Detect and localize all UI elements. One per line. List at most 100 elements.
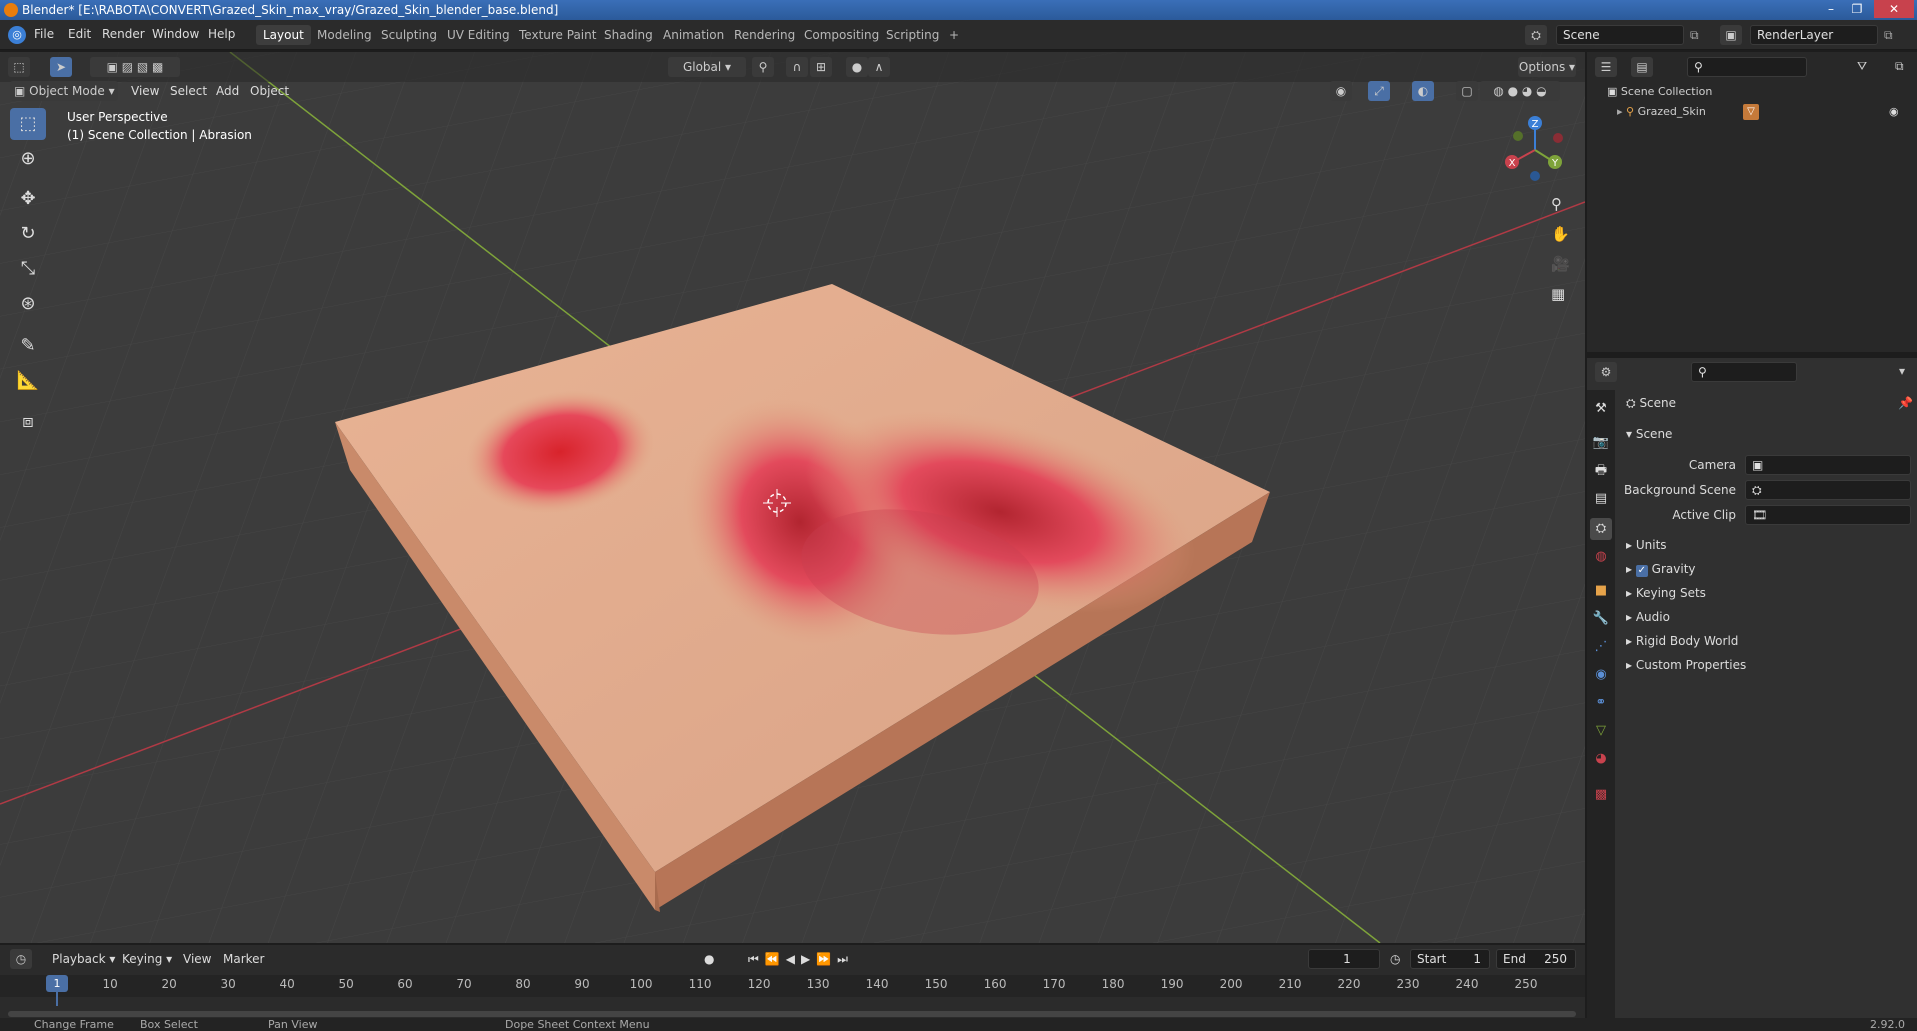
perspective-toggle-icon[interactable]: ▦ (1551, 285, 1565, 303)
transform-tool-icon[interactable]: ⊛ (10, 288, 46, 320)
zoom-icon[interactable]: ⚲ (1551, 195, 1562, 213)
measure-tool-icon[interactable]: 📐 (10, 365, 46, 397)
camera-view-icon[interactable]: 🎥 (1551, 255, 1570, 273)
filter-icon[interactable]: ⛛ (1857, 59, 1867, 74)
navigation-gizmo[interactable]: Z X Y (1490, 110, 1580, 190)
view-layer-tab-icon[interactable]: ▤ (1590, 488, 1612, 510)
display-mode-icon[interactable]: ▤ (1631, 57, 1653, 77)
menu-file[interactable]: File (34, 27, 54, 41)
visibility-icon[interactable]: ◉ (1330, 81, 1352, 101)
output-tab-icon[interactable]: 🖶 (1590, 460, 1612, 482)
units-section[interactable]: ▸ Units (1626, 538, 1667, 552)
editor-type-icon[interactable]: ⬚ (8, 57, 30, 77)
object-mode-dropdown[interactable]: ▣ Object Mode ▾ (10, 81, 118, 101)
snap-icon[interactable]: ∩ (786, 57, 808, 77)
menu-help[interactable]: Help (208, 27, 235, 41)
proportional-edit-icon[interactable]: ● (846, 57, 868, 77)
renderlayer-field[interactable]: RenderLayer (1750, 25, 1878, 45)
viewport-menu-add[interactable]: Add (216, 81, 239, 101)
overlay-toggle-icon[interactable]: ◐ (1412, 81, 1434, 101)
tab-sculpting[interactable]: Sculpting (374, 25, 444, 45)
properties-editor-icon[interactable]: ⚙ (1595, 362, 1617, 382)
scene-panel-header[interactable]: ▾ Scene (1626, 427, 1672, 441)
background-scene-field[interactable]: ⛭ (1745, 480, 1911, 500)
new-scene-icon[interactable]: ⧉ (1690, 28, 1699, 43)
object-tab-icon[interactable]: ■ (1590, 580, 1612, 602)
timeline-menu-keying[interactable]: Keying ▾ (122, 949, 172, 969)
cursor-tool-icon[interactable]: ⊕ (10, 143, 46, 175)
move-tool-icon[interactable]: ✥ (10, 183, 46, 215)
tab-scripting[interactable]: Scripting (879, 25, 946, 45)
outliner-editor-icon[interactable]: ☰ (1595, 57, 1617, 77)
tool-tab-icon[interactable]: ⚒ (1590, 398, 1612, 420)
select-box-tool-icon[interactable]: ⬚ (10, 108, 46, 140)
tab-rendering[interactable]: Rendering (727, 25, 802, 45)
material-tab-icon[interactable]: ◕ (1590, 748, 1612, 770)
end-frame-field[interactable]: End 250 (1496, 949, 1576, 969)
menu-window[interactable]: Window (152, 27, 199, 41)
timeline-menu-playback[interactable]: Playback ▾ (52, 949, 115, 969)
constraints-tab-icon[interactable]: ⚭ (1590, 692, 1612, 714)
timeline-menu-marker[interactable]: Marker (223, 949, 264, 969)
tab-compositing[interactable]: Compositing (797, 25, 886, 45)
options-dropdown[interactable]: Options ▾ (1518, 57, 1576, 77)
data-tab-icon[interactable]: ▽ (1590, 720, 1612, 742)
outliner-search-input[interactable]: ⚲ (1687, 57, 1807, 77)
render-tab-icon[interactable]: 📷 (1590, 432, 1612, 454)
tab-modeling[interactable]: Modeling (310, 25, 379, 45)
record-icon[interactable]: ● (704, 949, 714, 969)
modifier-tab-icon[interactable]: 🔧 (1590, 608, 1612, 630)
world-tab-icon[interactable]: ◍ (1590, 546, 1612, 568)
eye-icon[interactable]: ◉ (1889, 102, 1899, 122)
outliner-row[interactable]: ▸ ⚲ Grazed_Skin ▽ ◉ (1617, 102, 1913, 122)
current-frame-field[interactable]: 1 (1308, 949, 1380, 969)
tab-animation[interactable]: Animation (656, 25, 731, 45)
annotate-tool-icon[interactable]: ✎ (10, 330, 46, 362)
rigid-body-world-section[interactable]: ▸ Rigid Body World (1626, 634, 1738, 648)
camera-field[interactable]: ▣ (1745, 455, 1911, 475)
scene-tab-icon[interactable]: ⛭ (1590, 518, 1612, 540)
viewport-menu-view[interactable]: View (131, 81, 159, 101)
viewport-menu-object[interactable]: Object (250, 81, 289, 101)
menu-render[interactable]: Render (102, 27, 145, 41)
3d-viewport[interactable] (0, 52, 1585, 943)
particles-tab-icon[interactable]: ⋰ (1590, 636, 1612, 658)
selection-mode-buttons[interactable]: ▣ ▨ ▧ ▩ (90, 57, 180, 77)
properties-search-input[interactable]: ⚲ (1691, 362, 1797, 382)
timeline-editor-icon[interactable]: ◷ (10, 949, 32, 969)
snap-target-icon[interactable]: ⊞ (810, 57, 832, 77)
xray-icon[interactable]: ▢ (1456, 81, 1478, 101)
tab-texture-paint[interactable]: Texture Paint (512, 25, 603, 45)
properties-options-icon[interactable]: ▾ (1899, 364, 1905, 378)
orientation-dropdown[interactable]: Global ▾ (668, 57, 746, 77)
maximize-icon[interactable]: ❐ (1844, 0, 1870, 18)
add-workspace-button[interactable]: + (942, 25, 966, 45)
close-icon[interactable]: ✕ (1874, 0, 1914, 18)
scale-tool-icon[interactable]: ⤡ (10, 253, 46, 285)
rotate-tool-icon[interactable]: ↻ (10, 218, 46, 250)
start-frame-field[interactable]: Start 1 (1410, 949, 1490, 969)
scene-collection-row[interactable]: ▣ Scene Collection (1607, 82, 1712, 102)
timeline-scrollbar[interactable] (8, 1011, 1576, 1017)
tab-uv-editing[interactable]: UV Editing (440, 25, 517, 45)
shading-mode-buttons[interactable]: ◍ ● ◕ ◒ (1480, 81, 1560, 101)
pan-hand-icon[interactable]: ✋ (1551, 225, 1570, 243)
keying-sets-section[interactable]: ▸ Keying Sets (1626, 586, 1706, 600)
scene-icon[interactable]: ⛭ (1525, 25, 1547, 45)
texture-tab-icon[interactable]: ▩ (1590, 784, 1612, 806)
gravity-section[interactable]: ▸ ✓ Gravity (1626, 562, 1696, 577)
playback-controls[interactable]: ⏮⏪◀▶⏩⏭ (748, 949, 854, 969)
view-layer-icon[interactable]: ▣ (1720, 25, 1742, 45)
minimize-icon[interactable]: – (1818, 0, 1844, 18)
menu-edit[interactable]: Edit (68, 27, 91, 41)
preview-range-icon[interactable]: ◷ (1390, 949, 1400, 969)
pin-icon[interactable]: 📌 (1898, 396, 1913, 410)
timeline-menu-view[interactable]: View (183, 949, 211, 969)
pivot-icon[interactable]: ⚲ (752, 57, 774, 77)
add-cube-tool-icon[interactable]: ⧈ (10, 406, 46, 438)
active-clip-field[interactable]: 🎞 (1745, 505, 1911, 525)
scene-field[interactable]: Scene (1556, 25, 1684, 45)
new-layer-icon[interactable]: ⧉ (1884, 28, 1893, 43)
falloff-icon[interactable]: ∧ (868, 57, 890, 77)
custom-properties-section[interactable]: ▸ Custom Properties (1626, 658, 1746, 672)
